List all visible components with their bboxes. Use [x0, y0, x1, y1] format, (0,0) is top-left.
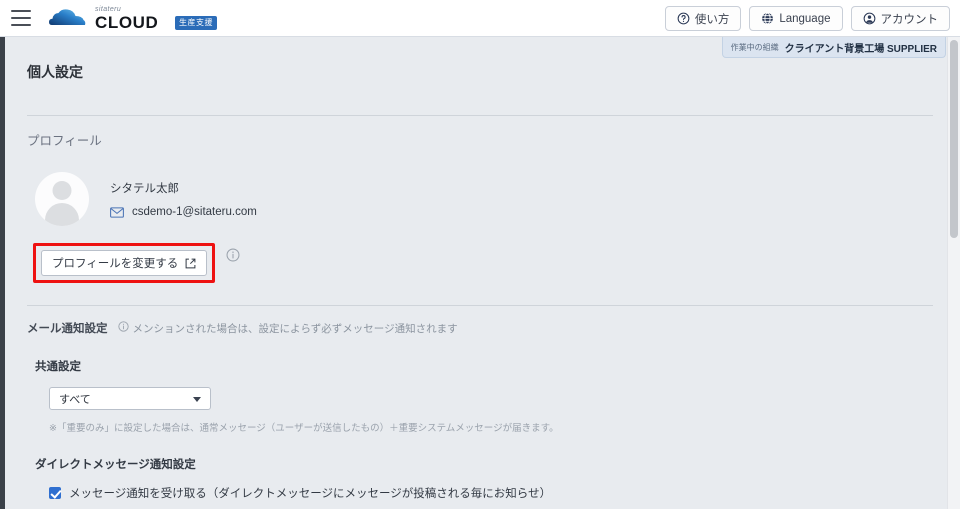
account-button-label: アカウント [880, 13, 939, 26]
profile-email-row: csdemo-1@sitateru.com [110, 206, 257, 218]
hamburger-menu-icon[interactable] [11, 10, 31, 26]
cloud-logo-icon [48, 6, 90, 30]
top-bar: sitateru CLOUD 生産支援 使い方 Language アカウント [0, 0, 960, 37]
org-banner-name: クライアント背景工場 SUPPLIER [784, 43, 937, 55]
language-button-label: Language [779, 12, 831, 25]
divider-mail [27, 305, 933, 306]
globe-icon [761, 12, 774, 25]
profile-info: シタテル太郎 csdemo-1@sitateru.com [110, 180, 257, 218]
brand-badge: 生産支援 [175, 15, 217, 30]
direct-message-checkbox-row[interactable]: メッセージ通知を受け取る（ダイレクトメッセージにメッセージが投稿される毎にお知ら… [27, 485, 960, 501]
mail-icon [110, 206, 124, 218]
question-circle-icon [677, 12, 690, 25]
vertical-scrollbar-thumb[interactable] [950, 40, 958, 238]
working-organization-banner[interactable]: 作業中の組織 クライアント背景工場 SUPPLIER [721, 37, 946, 58]
external-link-icon [185, 258, 196, 269]
info-circle-icon [117, 321, 129, 335]
profile-name: シタテル太郎 [110, 183, 179, 195]
mail-section-note-text: メンションされた場合は、設定によらず必ずメッセージ通知されます [132, 322, 458, 335]
divider-profile [27, 115, 933, 116]
app-root: sitateru CLOUD 生産支援 使い方 Language アカウント 作… [0, 0, 960, 511]
common-settings-note: ※「重要のみ」に設定した場合は、通常メッセージ（ユーザーが送信したもの）＋重要シ… [49, 423, 559, 434]
mail-section-heading: メール通知設定 [27, 323, 108, 335]
vertical-scrollbar[interactable] [947, 37, 960, 511]
default-avatar-icon [35, 172, 89, 226]
common-settings-heading: 共通設定 [35, 361, 81, 373]
brand-logo[interactable]: sitateru CLOUD 生産支援 [48, 6, 217, 32]
mail-section-note: メンションされた場合は、設定によらず必ずメッセージ通知されます [117, 321, 458, 336]
direct-message-heading: ダイレクトメッセージ通知設定 [35, 459, 196, 471]
direct-message-checkbox[interactable] [49, 487, 61, 499]
content-area: 個人設定 プロフィール シタテル太郎 csdemo-1@sitateru.com… [0, 37, 960, 511]
language-button[interactable]: Language [749, 6, 843, 31]
common-settings-select-wrap: すべて [27, 387, 960, 410]
profile-row: シタテル太郎 csdemo-1@sitateru.com [27, 172, 960, 226]
help-button[interactable]: 使い方 [664, 6, 742, 31]
notification-scope-value: すべて [59, 393, 91, 406]
brand-title: CLOUD [95, 12, 159, 32]
account-button[interactable]: アカウント [850, 6, 950, 31]
profile-section-heading: プロフィール [27, 134, 102, 148]
page-title: 個人設定 [27, 64, 83, 80]
direct-message-checkbox-label: メッセージ通知を受け取る（ダイレクトメッセージにメッセージが投稿される毎にお知ら… [69, 488, 552, 500]
notification-scope-select[interactable]: すべて [49, 387, 211, 410]
org-banner-label: 作業中の組織 [730, 42, 779, 52]
chevron-down-icon [193, 396, 201, 402]
account-circle-icon [863, 12, 876, 25]
topbar-actions: 使い方 Language アカウント [664, 6, 950, 31]
help-button-label: 使い方 [694, 13, 730, 26]
edit-profile-button[interactable]: プロフィールを変更する [41, 250, 208, 276]
edit-profile-info-icon[interactable] [226, 248, 240, 262]
profile-email: csdemo-1@sitateru.com [132, 206, 257, 218]
mail-section-heading-row: メール通知設定 メンションされた場合は、設定によらず必ずメッセージ通知されます [27, 320, 960, 336]
edit-profile-button-label: プロフィールを変更する [52, 258, 179, 270]
settings-page: 個人設定 プロフィール シタテル太郎 csdemo-1@sitateru.com… [5, 62, 960, 511]
edit-profile-highlight: プロフィールを変更する [33, 243, 216, 283]
